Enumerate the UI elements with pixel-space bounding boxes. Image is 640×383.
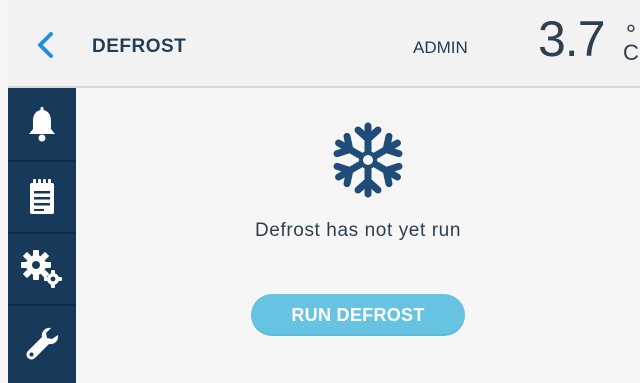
sidebar-divider bbox=[8, 304, 76, 306]
run-defrost-button[interactable]: RUN DEFROST bbox=[251, 294, 465, 336]
sidebar-item-settings[interactable] bbox=[8, 234, 76, 304]
notepad-icon bbox=[30, 179, 54, 214]
wrench-icon bbox=[26, 327, 59, 360]
page-title: DEFROST bbox=[92, 36, 187, 57]
sidebar-item-alarms[interactable] bbox=[8, 90, 76, 160]
main-panel: Defrost has not yet run RUN DEFROST bbox=[76, 88, 640, 383]
sidebar-item-service[interactable] bbox=[8, 308, 76, 378]
bell-icon bbox=[29, 107, 55, 142]
gears-icon bbox=[21, 250, 62, 288]
sidebar-item-log[interactable] bbox=[8, 162, 76, 232]
defrost-status-message: Defrost has not yet run bbox=[254, 220, 461, 241]
snowflake-icon bbox=[333, 122, 403, 198]
temperature-unit: ° C bbox=[621, 21, 640, 65]
defrost-screen: DEFROST ADMIN 3.7 ° C Defrost has not ye… bbox=[0, 0, 640, 383]
sidebar bbox=[8, 88, 76, 383]
temperature-readout: 3.7 bbox=[538, 11, 606, 67]
back-button[interactable] bbox=[34, 30, 58, 60]
user-label: ADMIN bbox=[413, 38, 468, 57]
header-bar: DEFROST ADMIN 3.7 ° C bbox=[8, 0, 640, 88]
chevron-left-icon bbox=[38, 32, 53, 58]
celsius-letter: C bbox=[623, 40, 639, 65]
